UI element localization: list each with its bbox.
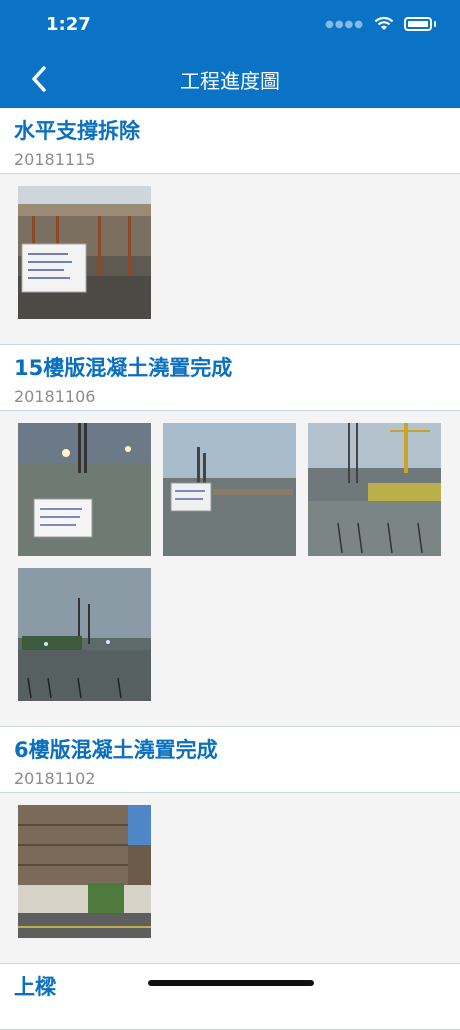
photo-site-whiteboard (18, 186, 151, 319)
construction-photo[interactable] (18, 568, 151, 701)
status-bar: 1:27 ●●●● (0, 0, 460, 50)
signal-icon: ●●●● (325, 19, 364, 30)
photo-crane-site (308, 423, 441, 556)
photo-gallery (0, 174, 460, 345)
home-indicator[interactable] (148, 980, 314, 986)
progress-list: 水平支撐拆除 20181115 (0, 108, 460, 1030)
construction-photo[interactable] (18, 805, 151, 938)
section-date: 20181115 (14, 150, 446, 169)
section-title: 6樓版混凝土澆置完成 (14, 737, 446, 763)
photo-gallery (0, 793, 460, 964)
section-date: 20181106 (14, 387, 446, 406)
photo-gallery (0, 411, 460, 727)
battery-cap-icon (434, 21, 436, 27)
section-header: 15樓版混凝土澆置完成 20181106 (0, 345, 460, 411)
photo-night-pour (18, 423, 151, 556)
construction-photo[interactable] (18, 423, 151, 556)
section-date: 20181102 (14, 769, 446, 788)
page-title: 工程進度圖 (0, 65, 460, 94)
construction-photo[interactable] (163, 423, 296, 556)
section-header: 水平支撐拆除 20181115 (0, 108, 460, 174)
photo-evening-rebar (18, 568, 151, 701)
section-title: 上樑 (14, 974, 446, 1000)
construction-photo[interactable] (308, 423, 441, 556)
section-title: 水平支撐拆除 (14, 118, 446, 144)
nav-bar: 工程進度圖 (0, 50, 460, 108)
wifi-icon (374, 16, 394, 32)
section-title: 15樓版混凝土澆置完成 (14, 355, 446, 381)
section-header: 6樓版混凝土澆置完成 20181102 (0, 727, 460, 793)
battery-icon (404, 17, 432, 31)
status-time: 1:27 (46, 14, 91, 35)
photo-street-facade (18, 805, 151, 938)
photo-dusk-slab (163, 423, 296, 556)
status-icons: ●●●● (325, 16, 436, 32)
construction-photo[interactable] (18, 186, 151, 319)
section-header: 上樑 (0, 964, 460, 1030)
